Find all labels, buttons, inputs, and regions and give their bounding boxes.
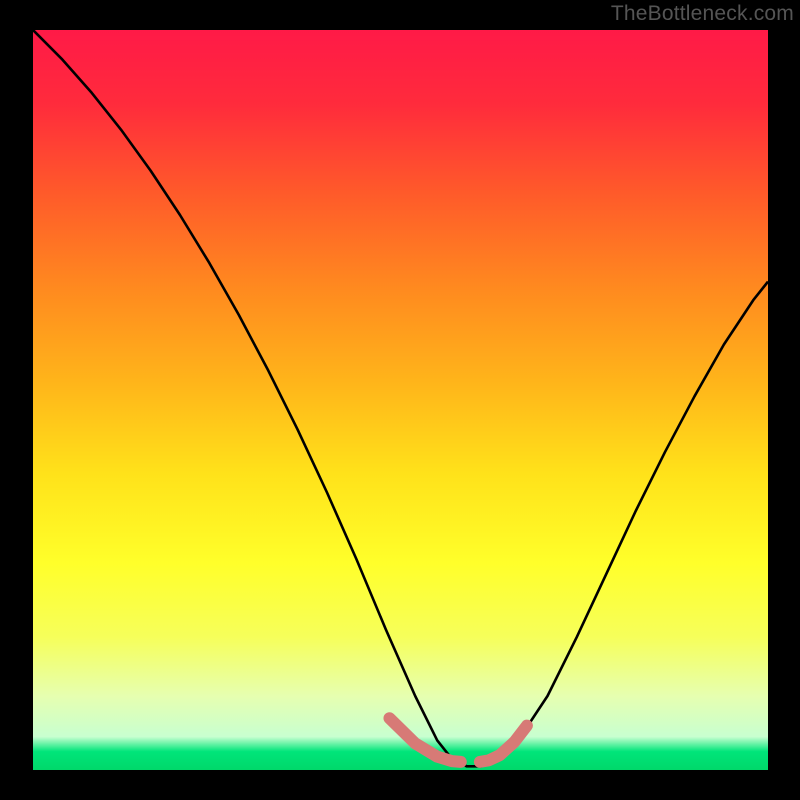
gradient-background [33,30,768,770]
watermark-text: TheBottleneck.com [611,2,794,26]
bottleneck-chart [0,0,800,800]
chart-frame: TheBottleneck.com [0,0,800,800]
